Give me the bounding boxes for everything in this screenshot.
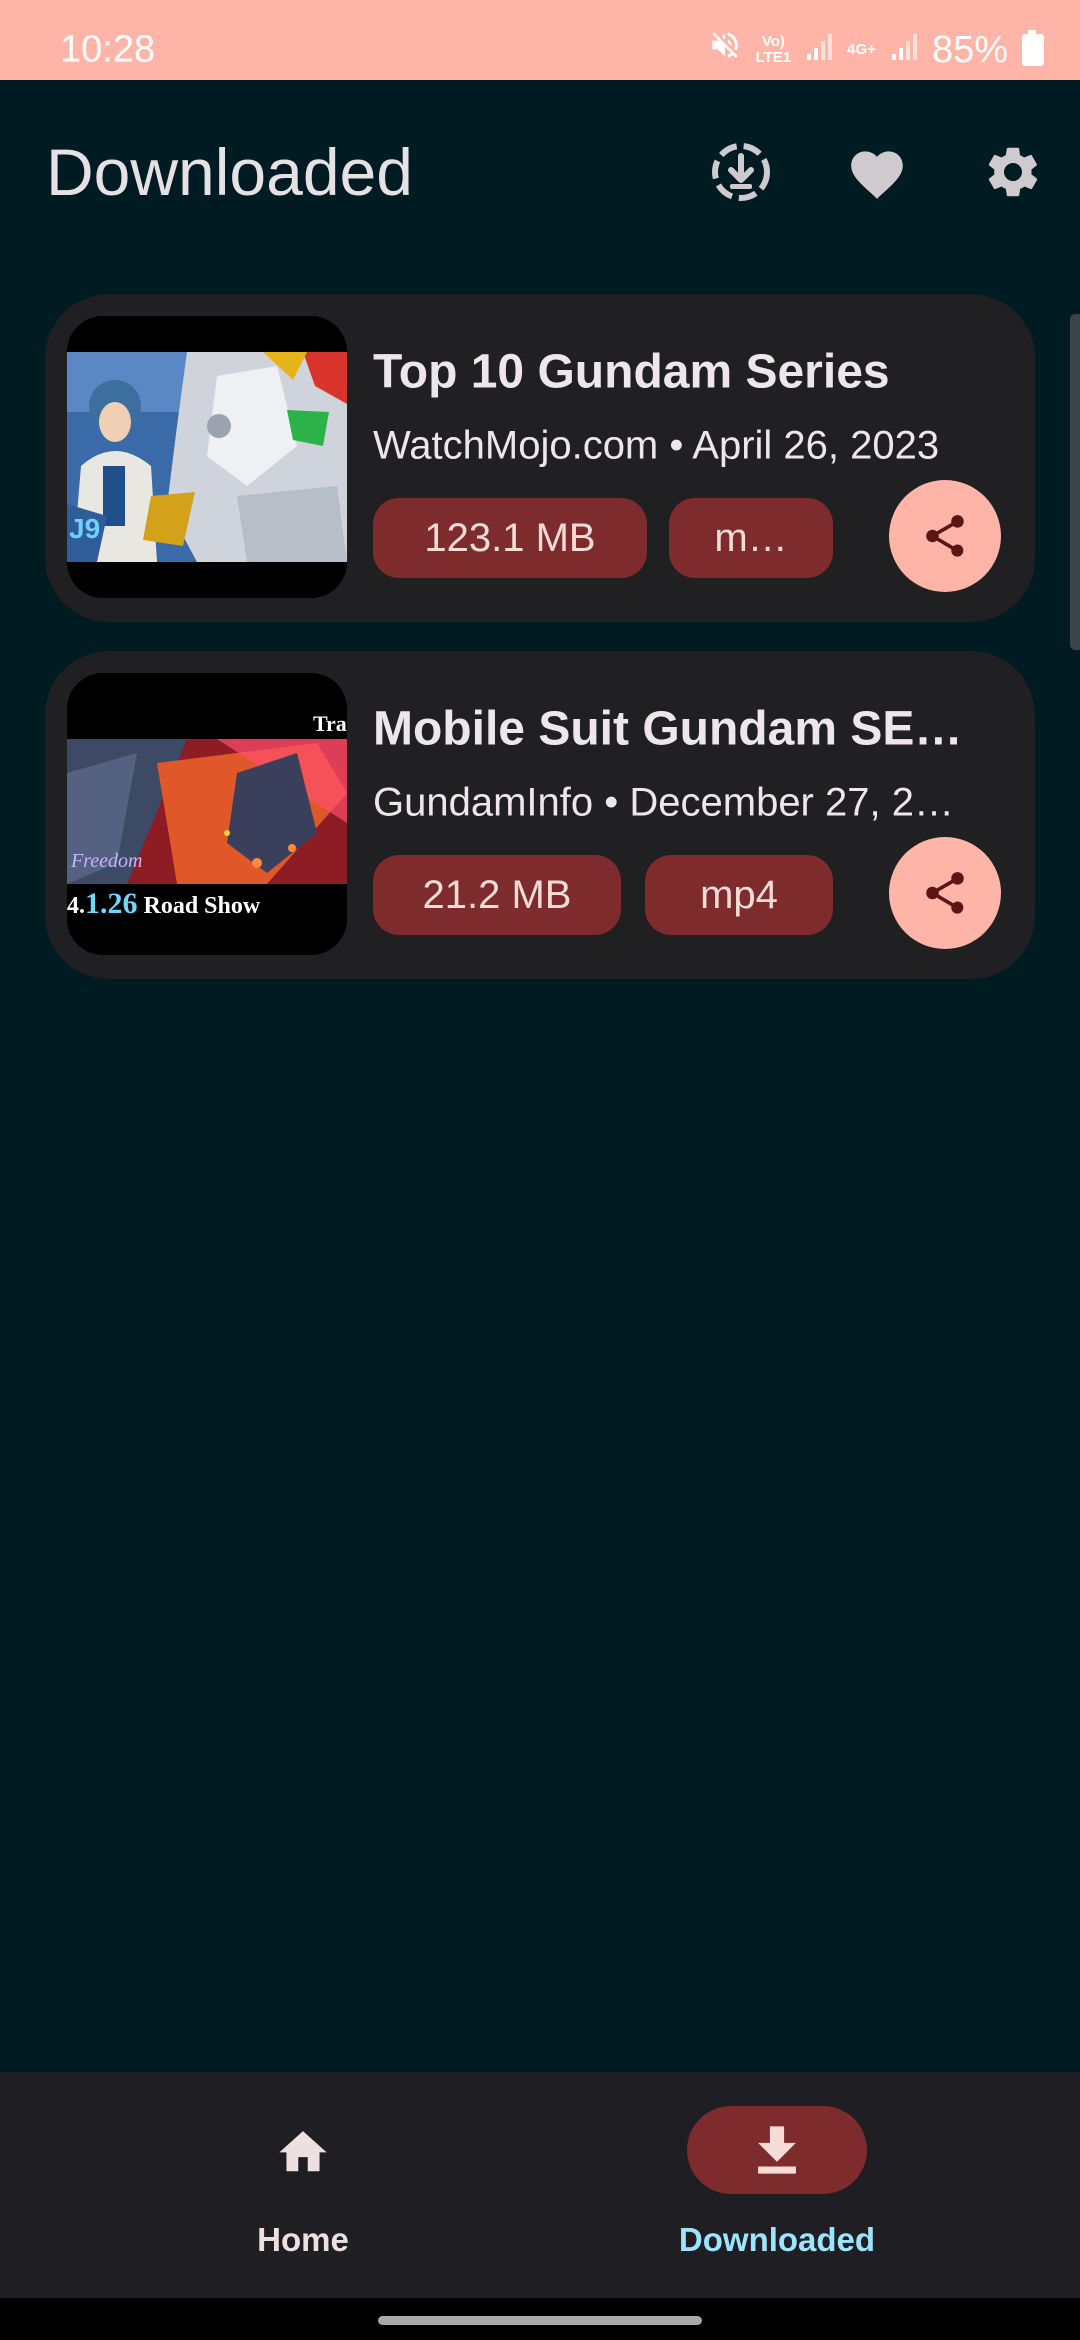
video-title: Mobile Suit Gundam SEE…: [373, 702, 983, 756]
battery-percent: 85%: [931, 28, 1008, 71]
volte-indicator: Vo) LTE1: [756, 34, 792, 66]
top-app-bar: Downloaded: [0, 80, 1080, 260]
share-icon: [926, 515, 964, 557]
nav-item-downloaded[interactable]: Downloaded: [627, 2072, 927, 2298]
file-size-chip: 21.2 MB: [373, 855, 621, 935]
svg-text:Freedom: Freedom: [70, 850, 142, 872]
video-thumbnail: J9: [67, 316, 347, 598]
status-bar: 10:28 Vo) LTE1 4G+ 85%: [0, 0, 1080, 80]
nav-active-indicator: [687, 2106, 867, 2194]
signal-icon-2: [890, 29, 918, 72]
signal-icon-1: [805, 29, 833, 72]
scrollbar[interactable]: [1070, 314, 1080, 650]
svg-text:J9: J9: [69, 513, 100, 544]
file-size-chip: 123.1 MB: [373, 498, 647, 578]
favorites-heart-icon[interactable]: [842, 137, 912, 207]
settings-gear-icon[interactable]: [978, 137, 1048, 207]
status-icons: Vo) LTE1 4G+ 85%: [708, 28, 1044, 72]
mute-icon: [708, 28, 742, 72]
video-thumbnail: Tra Freedom 4.1.26 Road Show: [67, 673, 347, 955]
video-meta: GundamInfo • December 27, 2…: [373, 780, 954, 825]
download-progress-icon[interactable]: [706, 137, 776, 207]
thumb-text-top: Tra: [313, 711, 347, 736]
nav-label-downloaded: Downloaded: [678, 2221, 876, 2258]
video-meta: WatchMojo.com • April 26, 2023: [373, 423, 940, 468]
download-card[interactable]: Tra Freedom 4.1.26 Road Show Mobile Suit…: [45, 651, 1035, 979]
volte-text-1: Vo): [761, 33, 785, 50]
battery-icon: [1022, 30, 1044, 66]
gesture-handle[interactable]: [378, 2316, 702, 2325]
volte-text-2: LTE1: [755, 49, 792, 66]
share-button[interactable]: [889, 480, 1001, 592]
network-type: 4G+: [847, 41, 876, 58]
gesture-navigation-area: [0, 2298, 1080, 2340]
status-time: 10:28: [60, 28, 156, 71]
file-format-chip: mp4: [645, 855, 833, 935]
file-format-chip: m…: [669, 498, 833, 578]
share-button[interactable]: [889, 837, 1001, 949]
home-icon: [279, 2131, 327, 2172]
download-card[interactable]: J9 Top 10 Gundam Series WatchMojo.com • …: [45, 294, 1035, 622]
bottom-navigation: Home Downloaded: [0, 2072, 1080, 2298]
video-title: Top 10 Gundam Series: [373, 345, 890, 399]
nav-label-home: Home: [257, 2221, 349, 2258]
nav-icon-container: [213, 2106, 393, 2194]
page-title: Downloaded: [46, 135, 413, 209]
nav-item-home[interactable]: Home: [153, 2072, 453, 2298]
share-icon: [926, 872, 964, 914]
download-icon: [758, 2126, 796, 2174]
